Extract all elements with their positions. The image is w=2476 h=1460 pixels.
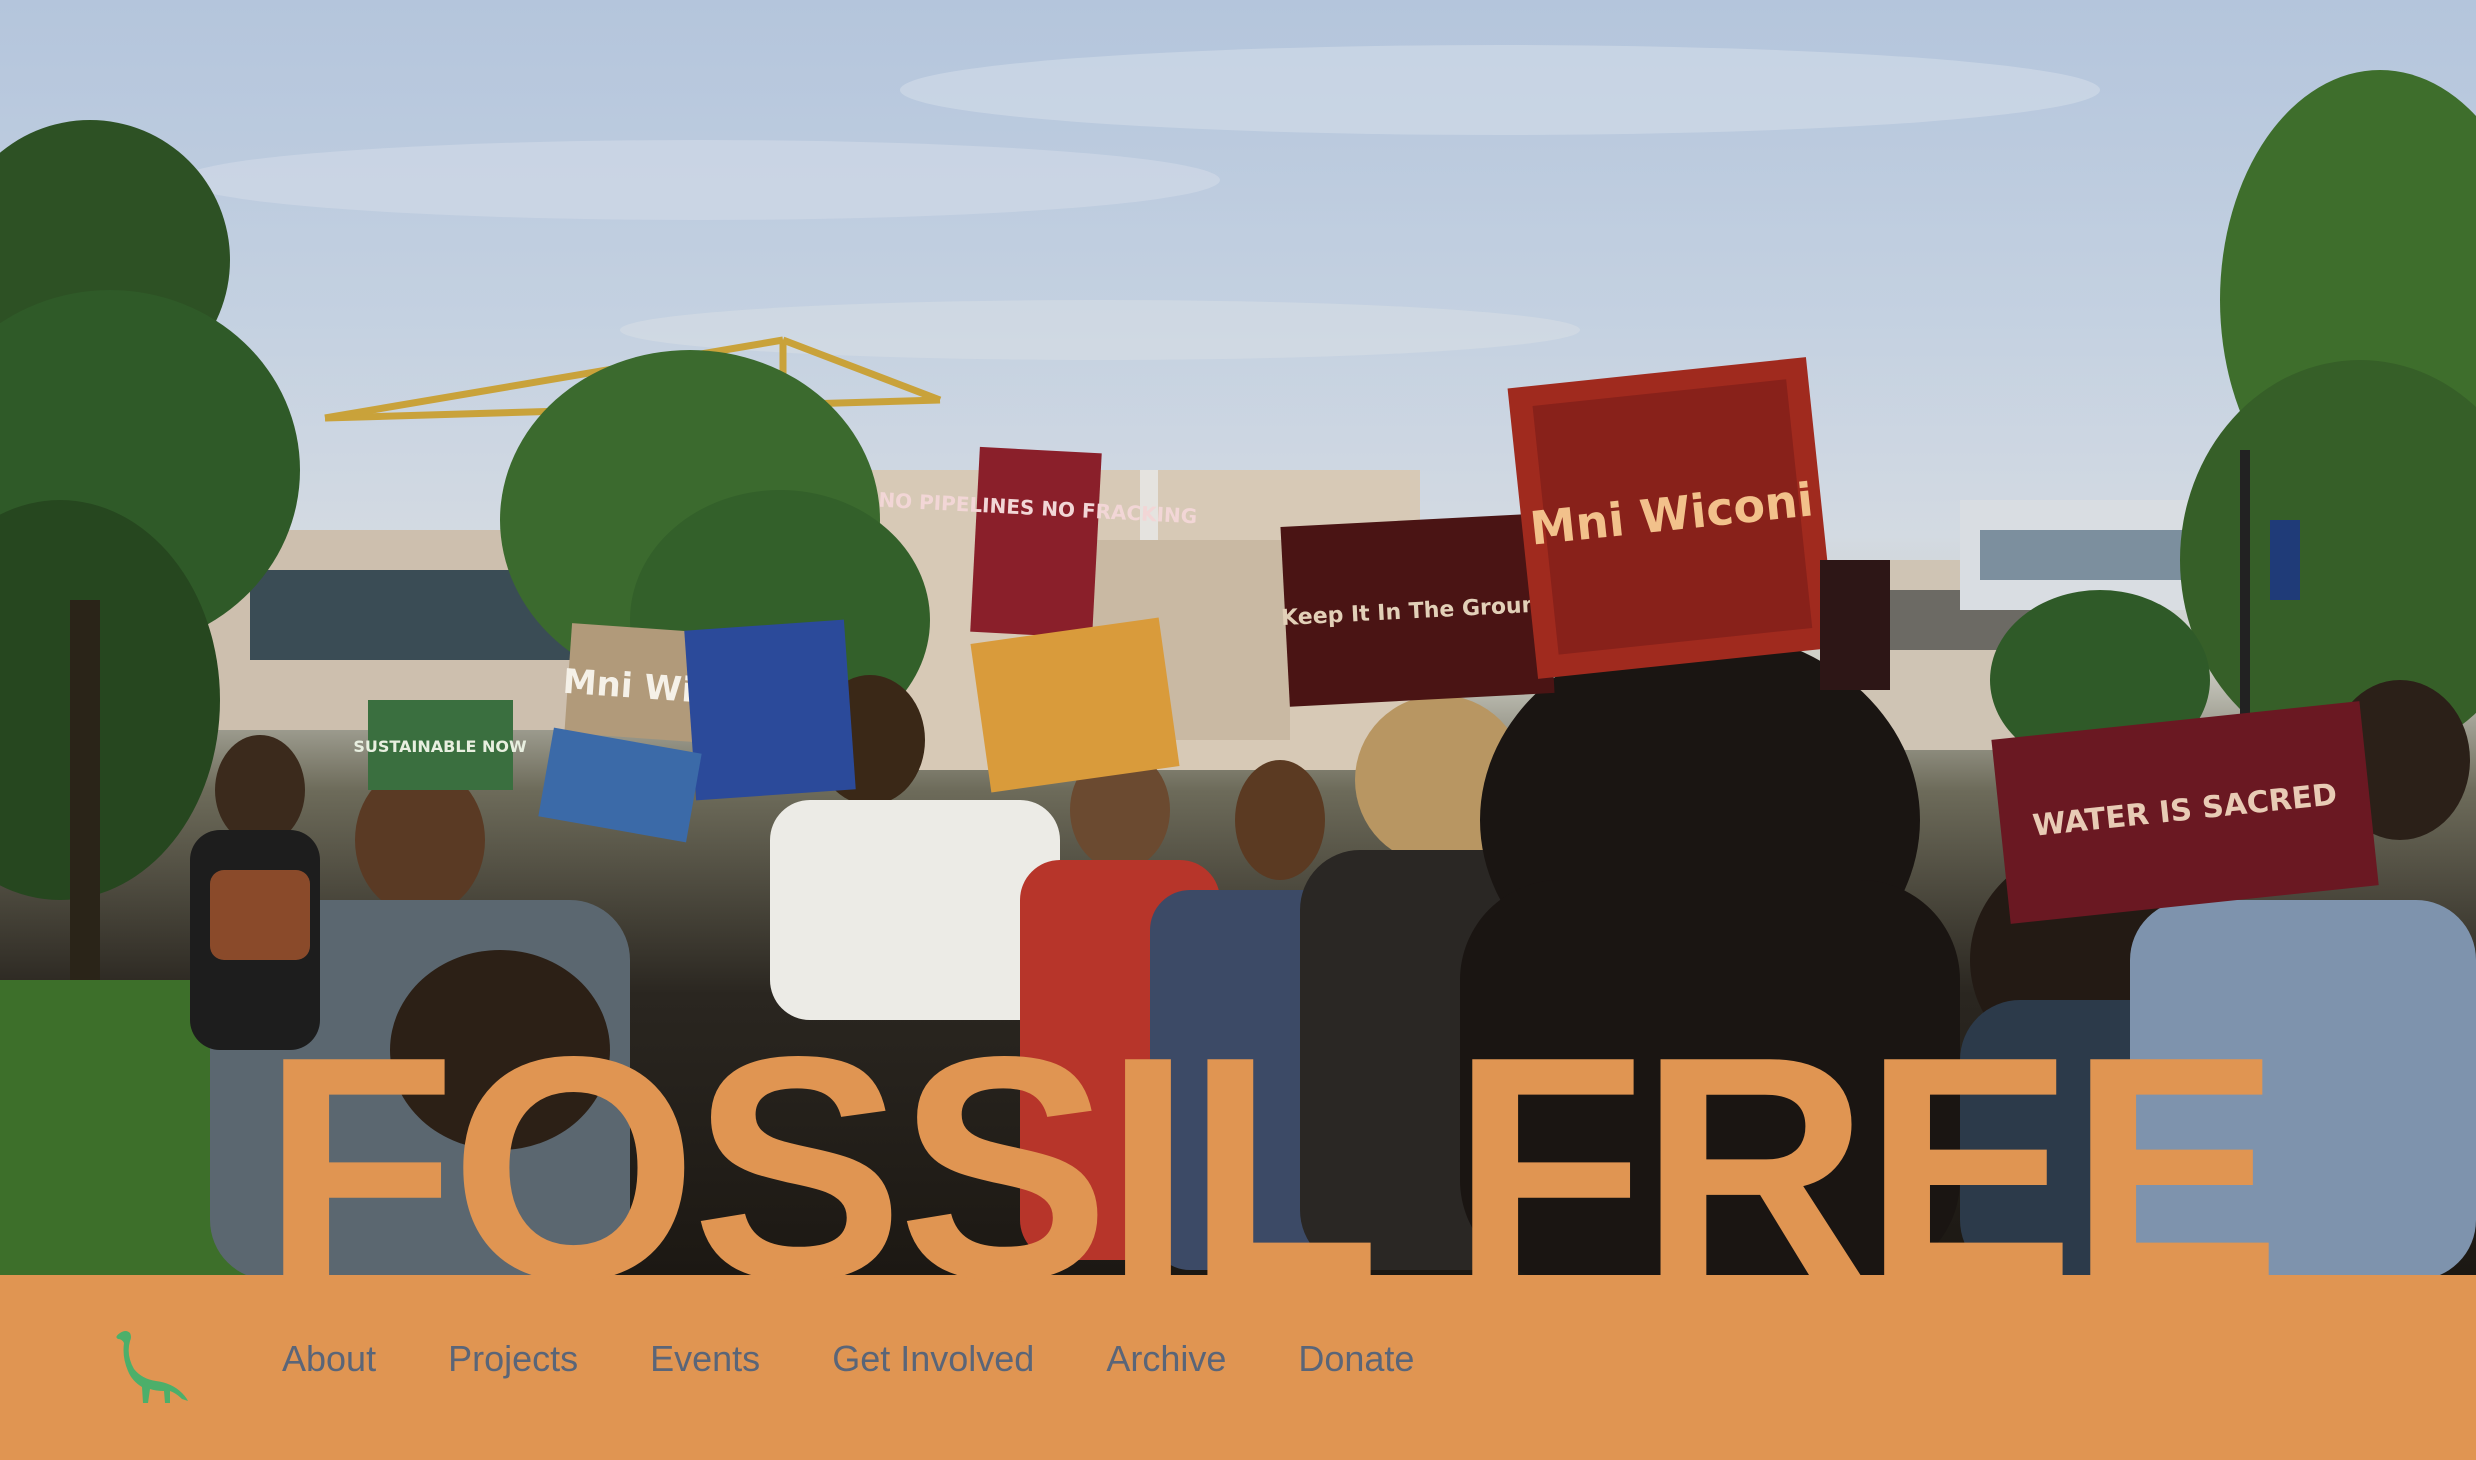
sign-mni-wiconi-large: Mni Wiconi [1507,357,1837,679]
svg-text:SUSTAINABLE NOW: SUSTAINABLE NOW [353,737,527,756]
dinosaur-icon[interactable] [112,1327,190,1407]
sign-keep-it-in-the-ground: Keep It In The Ground [1280,513,1555,707]
right-tree [1990,70,2476,770]
sign-sustainable: SUSTAINABLE NOW [353,700,527,790]
hero-headline: FOSSIL FREE [262,991,2281,1346]
sign-water-is-sacred: WATER IS SACRED [1991,701,2379,924]
page: NO PIPELINES NO FRACKING Mni Wiconi SUST… [0,0,2476,1460]
